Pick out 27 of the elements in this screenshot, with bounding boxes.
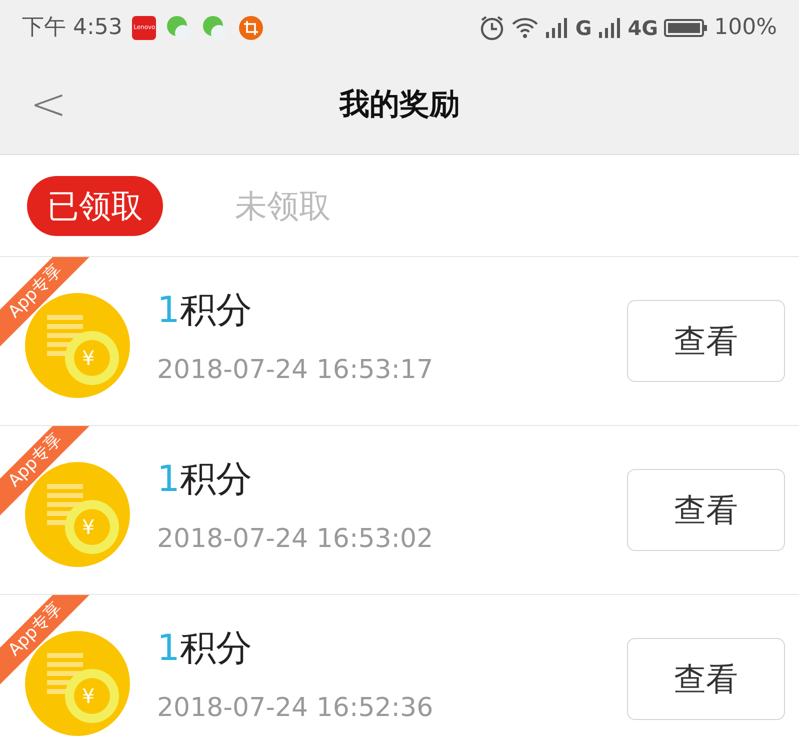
network-type: 4G [628, 14, 658, 42]
yen-sign: ¥ [82, 514, 95, 540]
battery-icon [664, 18, 708, 38]
crop-app-icon [238, 14, 264, 40]
page-title: 我的奖励 [340, 86, 460, 124]
reward-amount: 1积分 [157, 292, 253, 328]
signal-icon [598, 16, 622, 38]
chat-app-icon [166, 14, 192, 40]
reward-time: 2018-07-24 16:53:02 [157, 522, 434, 556]
chat-app-icon [202, 14, 228, 40]
back-button[interactable]: < [30, 82, 67, 126]
signal-icon [545, 16, 570, 38]
status-time: 下午 4:53 [22, 14, 122, 42]
view-button[interactable]: 查看 [627, 638, 785, 720]
alarm-icon [479, 14, 506, 40]
battery-percent: 100% [714, 14, 777, 42]
view-button[interactable]: 查看 [627, 300, 785, 382]
reward-time: 2018-07-24 16:52:36 [157, 692, 434, 724]
reward-time: 2018-07-24 16:53:17 [157, 354, 434, 386]
yen-sign: ¥ [82, 344, 95, 370]
view-button[interactable]: 查看 [627, 469, 785, 551]
yen-sign: ¥ [82, 682, 95, 708]
reward-amount: 1积分 [157, 630, 253, 666]
network-type: G [575, 14, 592, 42]
reward-amount: 1积分 [157, 462, 253, 498]
wifi-icon [511, 16, 540, 40]
tab[interactable]: 已领取 [27, 176, 163, 236]
